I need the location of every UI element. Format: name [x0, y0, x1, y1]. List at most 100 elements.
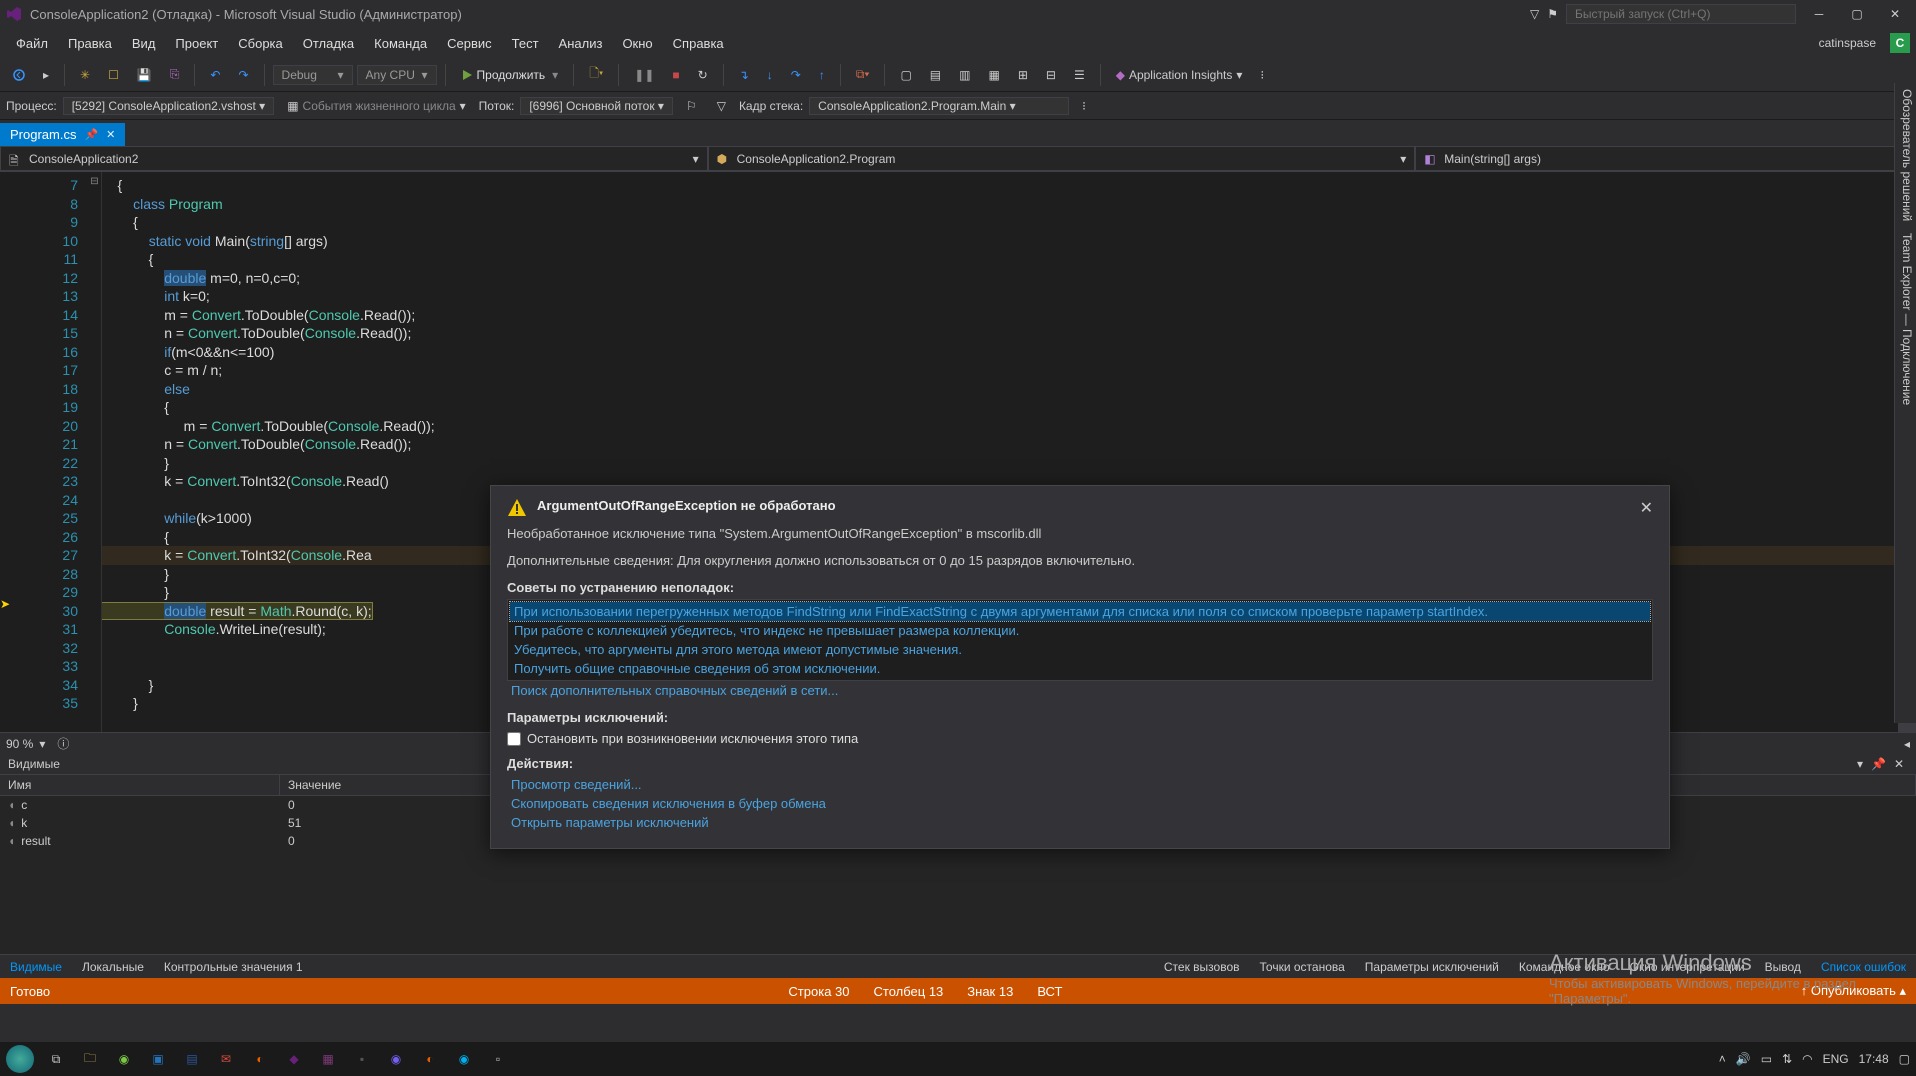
tool-5[interactable]: ⊞	[1011, 64, 1035, 86]
popup-close-button[interactable]: ✕	[1640, 498, 1653, 518]
break-on-exception-checkbox[interactable]: Остановить при возникновении исключения …	[507, 731, 1653, 746]
save-button[interactable]: 💾	[130, 64, 159, 86]
clock[interactable]: 17:48	[1859, 1052, 1889, 1066]
step-out-button[interactable]: ↑	[812, 64, 832, 86]
menu-help[interactable]: Справка	[663, 32, 734, 55]
app-icon[interactable]: ▪	[350, 1047, 374, 1071]
nav-project-combo[interactable]: 🗎ConsoleApplication2▾	[0, 146, 708, 171]
toolbar2-overflow[interactable]: ⁝	[1075, 95, 1093, 117]
process-combo[interactable]: [5292] ConsoleApplication2.vshost ▾	[63, 97, 274, 115]
action-center-icon[interactable]: ▢	[1899, 1052, 1910, 1066]
toolbar-overflow[interactable]: ⁝	[1253, 64, 1271, 86]
tool-6[interactable]: ⊟	[1039, 64, 1063, 86]
redo-button[interactable]: ↷	[231, 64, 255, 86]
nav-class-combo[interactable]: ⬢ConsoleApplication2.Program▾	[708, 146, 1416, 171]
restart-button[interactable]: ↻	[691, 64, 715, 86]
volume-icon[interactable]: 🔊	[1736, 1052, 1751, 1066]
configuration-combo[interactable]: Debug▾	[273, 65, 353, 85]
firefox2-icon[interactable]: ◐	[418, 1047, 442, 1071]
step-into-arrow-icon[interactable]: ↴	[732, 64, 756, 86]
zoom-dropdown-icon[interactable]: ▾	[39, 737, 45, 751]
visualstudio-icon[interactable]: ◆	[282, 1047, 306, 1071]
stackframe-combo[interactable]: ConsoleApplication2.Program.Main ▾	[809, 97, 1069, 115]
tab-close-icon[interactable]: ✕	[106, 128, 115, 141]
tool-1[interactable]: ▢	[893, 64, 918, 86]
panel-menu-icon[interactable]: ▾	[1853, 757, 1867, 771]
outlook-icon[interactable]: ▣	[146, 1047, 170, 1071]
btab-exception-settings[interactable]: Параметры исключений	[1361, 958, 1503, 976]
back-button[interactable]	[6, 65, 32, 85]
tray-chevron-icon[interactable]: ˄	[1719, 1052, 1726, 1066]
battery-icon[interactable]: ▭	[1761, 1052, 1772, 1066]
onenote-icon[interactable]: ▦	[316, 1047, 340, 1071]
outlining-margin[interactable]: ⊟	[88, 172, 102, 732]
btab-autos[interactable]: Видимые	[6, 958, 66, 976]
team-explorer-rail[interactable]: Team Explorer — Подключение	[1897, 233, 1914, 405]
copy-exception-link[interactable]: Скопировать сведения исключения в буфер …	[507, 794, 1653, 813]
start-button[interactable]	[6, 1045, 34, 1073]
btab-callstack[interactable]: Стек вызовов	[1160, 958, 1244, 976]
signed-in-user[interactable]: catinspase	[1811, 36, 1884, 50]
avatar[interactable]: C	[1890, 33, 1910, 53]
tip-item[interactable]: При использовании перегруженных методов …	[510, 602, 1650, 621]
menu-test[interactable]: Тест	[502, 32, 549, 55]
tool-2[interactable]: ▤	[923, 64, 948, 86]
tool-4[interactable]: ▦	[981, 64, 1006, 86]
app-insights-button[interactable]: ◆ Application Insights ▾	[1109, 64, 1250, 86]
col-name[interactable]: Имя	[0, 775, 280, 795]
language-indicator[interactable]: ENG	[1823, 1052, 1849, 1066]
tip-item[interactable]: Убедитесь, что аргументы для этого метод…	[510, 640, 1650, 659]
tab-program-cs[interactable]: Program.cs 📌 ✕	[0, 123, 125, 146]
menu-debug[interactable]: Отладка	[293, 32, 364, 55]
word-icon[interactable]: ▤	[180, 1047, 204, 1071]
open-exception-settings-link[interactable]: Открыть параметры исключений	[507, 813, 1653, 832]
menu-tools[interactable]: Сервис	[437, 32, 502, 55]
app2-icon[interactable]: ▫	[486, 1047, 510, 1071]
nav-method-combo[interactable]: ◧Main(string[] args)▾	[1415, 146, 1916, 171]
new-project-button[interactable]: ✳	[73, 64, 97, 86]
open-button[interactable]: ☐	[101, 64, 126, 86]
maximize-button[interactable]: ▢	[1842, 4, 1872, 24]
menu-project[interactable]: Проект	[165, 32, 228, 55]
lifecycle-events-button[interactable]: ▦ События жизненного цикла ▾	[280, 95, 472, 117]
step-over-button[interactable]: ↷	[784, 64, 808, 86]
stop-button[interactable]: ■	[665, 64, 686, 86]
pin-icon[interactable]: 📌	[84, 128, 98, 141]
btab-locals[interactable]: Локальные	[78, 958, 148, 976]
browser-button[interactable]: 🗋▾	[582, 60, 610, 89]
save-all-button[interactable]: ⎘	[163, 63, 187, 86]
view-details-link[interactable]: Просмотр сведений...	[507, 775, 1653, 794]
checkbox-input[interactable]	[507, 732, 521, 746]
panel-pin-icon[interactable]: 📌	[1867, 757, 1890, 771]
continue-button[interactable]: Продолжить▾	[454, 64, 566, 86]
notifications-icon[interactable]: ⚑	[1547, 7, 1558, 21]
undo-button[interactable]: ↶	[203, 64, 227, 86]
intellitrace-button[interactable]: ⧉▾	[849, 63, 877, 86]
filter-icon[interactable]: ▽	[1530, 7, 1539, 21]
panel-close-icon[interactable]: ✕	[1890, 757, 1908, 771]
step-into-button[interactable]: ↓	[760, 64, 780, 86]
network-icon[interactable]: ⇅	[1782, 1052, 1792, 1066]
menu-file[interactable]: Файл	[6, 32, 58, 55]
forward-button[interactable]: ▸	[36, 64, 56, 86]
quick-launch-input[interactable]	[1566, 4, 1796, 24]
btab-breakpoints[interactable]: Точки останова	[1256, 958, 1349, 976]
menu-build[interactable]: Сборка	[228, 32, 293, 55]
platform-combo[interactable]: Any CPU▾	[357, 65, 437, 85]
tip-item[interactable]: При работе с коллекцией убедитесь, что и…	[510, 621, 1650, 640]
search-online-link[interactable]: Поиск дополнительных справочных сведений…	[507, 681, 1653, 700]
tool-3[interactable]: ▥	[952, 64, 977, 86]
zoom-level[interactable]: 90 %	[6, 737, 33, 751]
btab-watch1[interactable]: Контрольные значения 1	[160, 958, 307, 976]
tip-item[interactable]: Получить общие справочные сведения об эт…	[510, 659, 1650, 678]
explorer-icon[interactable]: 🗀	[78, 1047, 102, 1071]
menu-window[interactable]: Окно	[612, 32, 662, 55]
utorrent-icon[interactable]: ◉	[112, 1047, 136, 1071]
skype-icon[interactable]: ◉	[452, 1047, 476, 1071]
info-icon[interactable]: ⓘ	[57, 735, 69, 752]
h-scroll-left-icon[interactable]: ◂	[1904, 737, 1910, 751]
taskview-icon[interactable]: ⧉	[44, 1047, 68, 1071]
firefox-icon[interactable]: ◐	[248, 1047, 272, 1071]
minimize-button[interactable]: ─	[1804, 4, 1834, 24]
thread-filter-icon[interactable]: ▽	[710, 95, 733, 117]
